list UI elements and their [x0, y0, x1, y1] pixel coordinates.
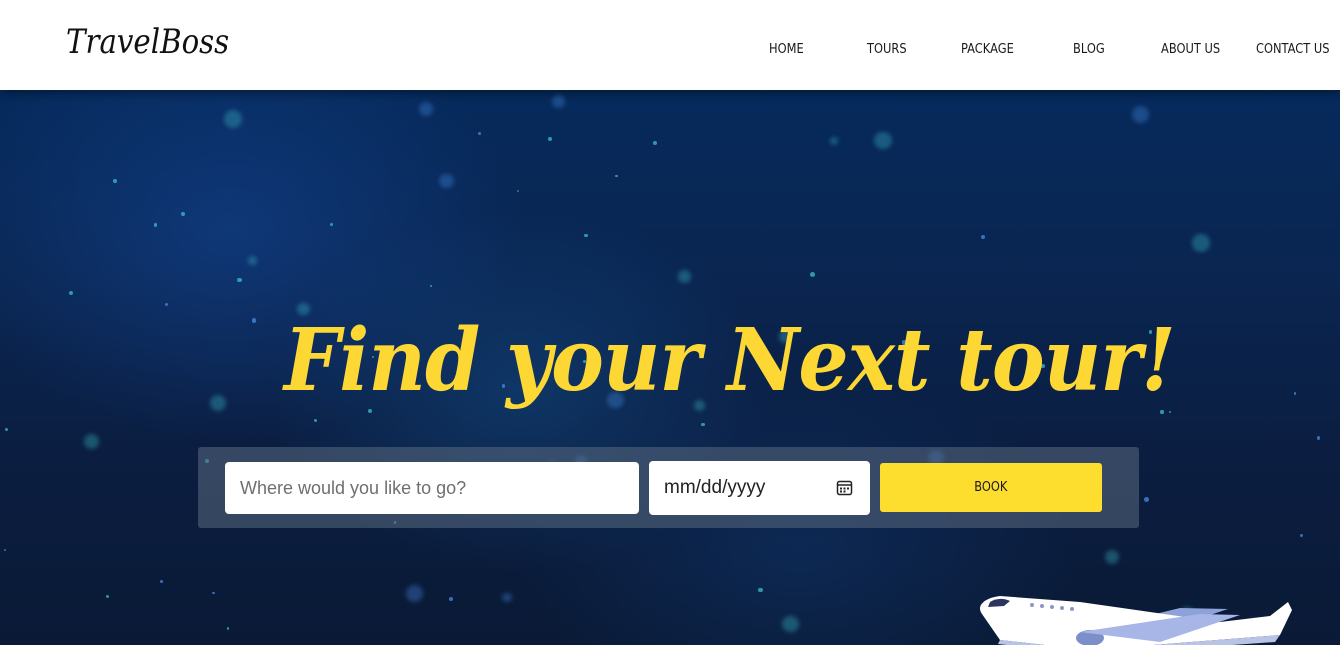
bokeh-particle: [1131, 105, 1149, 123]
bokeh-particle: [551, 94, 566, 109]
bokeh-particle: [1168, 411, 1172, 414]
bokeh-particle: [1293, 392, 1296, 395]
bokeh-particle: [226, 627, 230, 630]
bokeh-particle: [502, 592, 513, 603]
bokeh-particle: [430, 284, 433, 287]
nav-item-home[interactable]: HOME: [769, 42, 804, 57]
bokeh-particle: [3, 548, 7, 552]
bokeh-particle: [615, 175, 618, 178]
bokeh-particle: [810, 271, 816, 277]
bokeh-particle: [180, 212, 185, 216]
bokeh-particle: [4, 427, 9, 432]
bokeh-particle: [548, 136, 553, 142]
destination-input[interactable]: [225, 462, 639, 514]
bokeh-particle: [874, 131, 892, 150]
bokeh-particle: [758, 587, 763, 593]
bokeh-particle: [517, 190, 520, 193]
bokeh-particle: [418, 101, 434, 117]
date-field-value: mm/dd/yyyy: [664, 477, 766, 498]
hero-section: Find your Next tour! mm/dd/yyyy BOOK: [0, 90, 1340, 645]
bokeh-particle: [701, 422, 705, 427]
bokeh-particle: [439, 173, 454, 189]
bokeh-particle: [83, 433, 100, 449]
book-button[interactable]: BOOK: [880, 463, 1102, 512]
bokeh-particle: [251, 318, 257, 324]
nav-item-tours[interactable]: TOURS: [867, 42, 907, 57]
calendar-icon[interactable]: [836, 479, 853, 496]
airplane-icon: [980, 596, 1292, 645]
brand-logo[interactable]: TravelBoss: [66, 22, 229, 62]
bokeh-particle: [68, 291, 73, 296]
bokeh-particle: [1144, 497, 1150, 503]
bokeh-particle: [105, 594, 109, 598]
bokeh-particle: [113, 178, 117, 183]
bokeh-particle: [829, 137, 838, 146]
bokeh-particle: [449, 597, 454, 602]
bokeh-particle: [406, 584, 424, 602]
bokeh-particle: [478, 132, 481, 135]
bokeh-particle: [210, 395, 227, 412]
bokeh-particle: [782, 615, 800, 633]
bokeh-particle: [1104, 549, 1120, 564]
bokeh-particle: [159, 579, 164, 584]
bokeh-particle: [1316, 436, 1321, 440]
book-button-label: BOOK: [974, 480, 1008, 495]
bokeh-particle: [247, 255, 257, 265]
date-field[interactable]: mm/dd/yyyy: [649, 461, 870, 515]
nav-item-package[interactable]: PACKAGE: [961, 42, 1014, 57]
bokeh-particle: [153, 222, 158, 227]
bokeh-particle: [584, 233, 588, 238]
nav-item-blog[interactable]: BLOG: [1073, 42, 1105, 57]
bokeh-particle: [211, 591, 215, 595]
bokeh-particle: [980, 235, 985, 240]
navbar: TravelBoss HOME TOURS PACKAGE BLOG ABOUT…: [0, 0, 1340, 90]
bokeh-particle: [329, 222, 333, 226]
bokeh-particle: [678, 270, 692, 283]
bokeh-particle: [313, 418, 318, 423]
bokeh-particle: [224, 110, 243, 129]
hero-title: Find your Next tour!: [284, 310, 1176, 411]
bokeh-particle: [237, 277, 242, 283]
bokeh-particle: [1192, 234, 1210, 252]
nav-item-contact-us[interactable]: CONTACT US: [1256, 42, 1330, 57]
bokeh-particle: [1299, 533, 1303, 537]
nav-item-about-us[interactable]: ABOUT US: [1161, 42, 1220, 57]
booking-search-panel: mm/dd/yyyy BOOK: [198, 447, 1139, 528]
bokeh-particle: [164, 302, 169, 307]
bokeh-particle: [653, 140, 658, 145]
